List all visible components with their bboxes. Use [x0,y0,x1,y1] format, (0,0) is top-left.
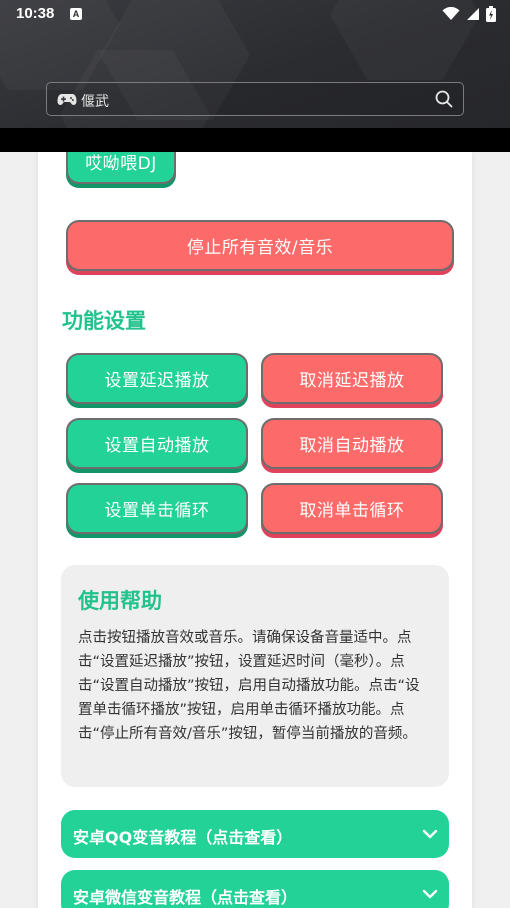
cancel-autoplay-button[interactable]: 取消自动播放 [261,418,443,469]
wechat-tutorial-accordion[interactable]: 安卓微信变音教程（点击查看） [61,870,449,908]
wifi-icon [442,7,460,20]
notification-icon: A [70,8,82,20]
set-delay-button[interactable]: 设置延迟播放 [66,353,248,404]
set-loop-label: 设置单击循环 [104,501,210,521]
cancel-loop-button[interactable]: 取消单击循环 [261,483,443,534]
set-autoplay-button[interactable]: 设置自动播放 [66,418,248,469]
header-divider [0,128,510,152]
stop-all-label: 停止所有音效/音乐 [186,238,334,258]
help-title: 使用帮助 [78,589,162,613]
battery-icon [486,6,496,22]
set-delay-label: 设置延迟播放 [104,371,210,391]
status-time: 10:38 [16,5,55,22]
settings-title: 功能设置 [62,309,146,333]
cancel-delay-button[interactable]: 取消延迟播放 [261,353,443,404]
gamepad-icon [57,94,77,105]
search-icon[interactable] [435,90,453,108]
qq-tutorial-label: 安卓QQ变音教程（点击查看） [73,828,293,847]
sound-button-label: 哎呦喂DJ [85,153,157,174]
set-loop-button[interactable]: 设置单击循环 [66,483,248,534]
cancel-autoplay-label: 取消自动播放 [299,436,405,456]
cancel-delay-label: 取消延迟播放 [299,371,405,391]
cancel-loop-label: 取消单击循环 [299,501,405,521]
wechat-tutorial-label: 安卓微信变音教程（点击查看） [73,888,298,907]
status-bar: 10:38 A [0,0,510,30]
help-text: 点击按钮播放音效或音乐。请确保设备音量适中。点击“设置延迟播放”按钮，设置延迟时… [78,630,420,742]
chevron-down-icon [422,889,438,899]
set-autoplay-label: 设置自动播放 [104,436,210,456]
app-header: 10:38 A 偃武 [0,0,510,128]
search-bar[interactable]: 偃武 [46,82,464,116]
signal-icon [467,8,479,20]
qq-tutorial-accordion[interactable]: 安卓QQ变音教程（点击查看） [61,810,449,858]
search-input[interactable]: 偃武 [81,91,109,111]
help-panel: 使用帮助 点击按钮播放音效或音乐。请确保设备音量适中。点击“设置延迟播放”按钮，… [61,565,449,787]
chevron-down-icon [422,829,438,839]
stop-all-button[interactable]: 停止所有音效/音乐 [66,220,454,271]
